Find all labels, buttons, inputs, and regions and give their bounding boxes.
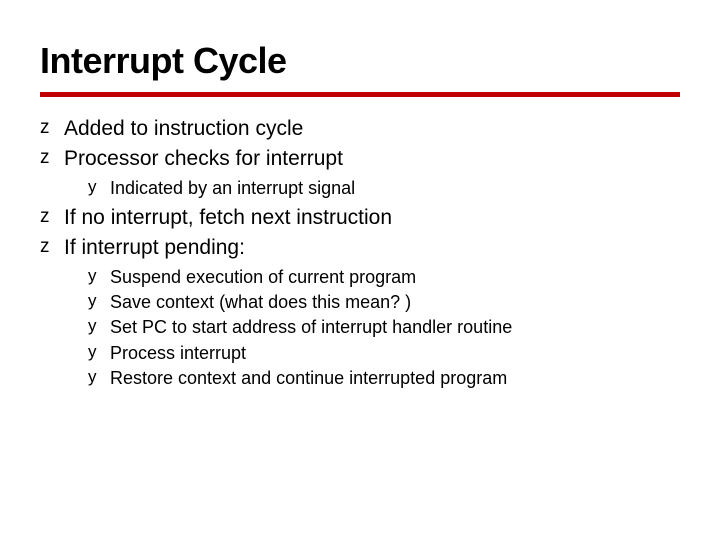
bullet-text: Process interrupt [110, 343, 246, 363]
bullet-list: Added to instruction cycle Processor che… [40, 115, 680, 390]
sub-bullet-list: Indicated by an interrupt signal [88, 176, 680, 200]
sub-bullet-item: Save context (what does this mean? ) [88, 290, 680, 314]
bullet-text: Indicated by an interrupt signal [110, 178, 355, 198]
bullet-text: Set PC to start address of interrupt han… [110, 317, 512, 337]
bullet-item: Added to instruction cycle [40, 115, 680, 143]
bullet-text: Save context (what does this mean? ) [110, 292, 411, 312]
slide-title: Interrupt Cycle [40, 40, 680, 82]
bullet-text: If no interrupt, fetch next instruction [64, 206, 392, 229]
bullet-item: Processor checks for interrupt Indicated… [40, 145, 680, 200]
sub-bullet-item: Restore context and continue interrupted… [88, 366, 680, 390]
bullet-text: If interrupt pending: [64, 236, 245, 259]
sub-bullet-item: Set PC to start address of interrupt han… [88, 315, 680, 339]
sub-bullet-item: Process interrupt [88, 341, 680, 365]
bullet-text: Processor checks for interrupt [64, 147, 343, 170]
sub-bullet-list: Suspend execution of current program Sav… [88, 265, 680, 390]
bullet-text: Suspend execution of current program [110, 267, 416, 287]
sub-bullet-item: Indicated by an interrupt signal [88, 176, 680, 200]
slide: Interrupt Cycle Added to instruction cyc… [0, 0, 720, 540]
slide-body: Added to instruction cycle Processor che… [40, 115, 680, 390]
bullet-text: Restore context and continue interrupted… [110, 368, 507, 388]
bullet-text: Added to instruction cycle [64, 117, 303, 140]
title-rule [40, 92, 680, 97]
bullet-item: If interrupt pending: Suspend execution … [40, 234, 680, 390]
sub-bullet-item: Suspend execution of current program [88, 265, 680, 289]
bullet-item: If no interrupt, fetch next instruction [40, 204, 680, 232]
